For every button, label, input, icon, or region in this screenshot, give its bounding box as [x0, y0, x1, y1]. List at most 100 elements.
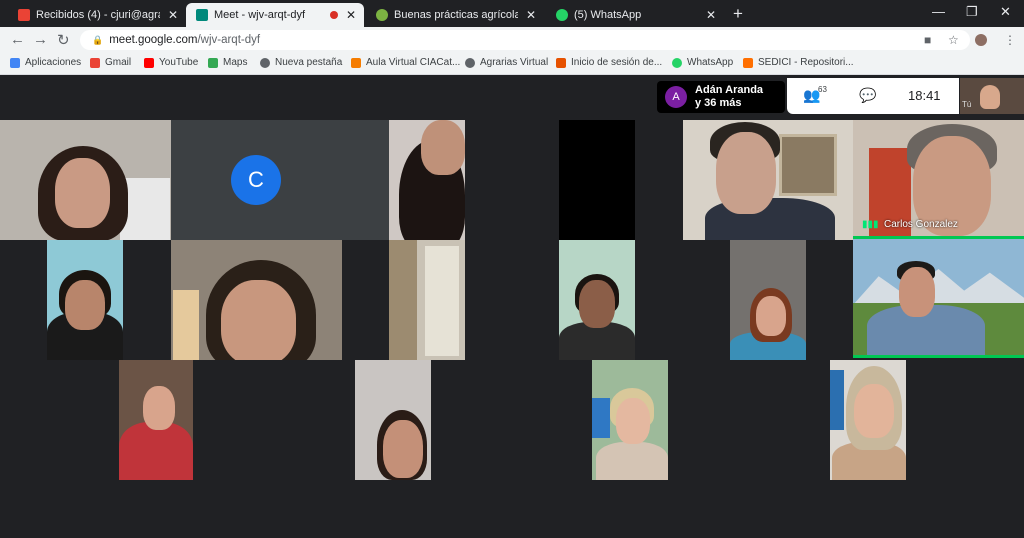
bookmark-youtube[interactable]: YouTube	[144, 57, 198, 68]
reload-icon[interactable]: ↻	[57, 31, 70, 49]
tab-whatsapp[interactable]: (5) WhatsApp ✕	[546, 3, 724, 27]
moodle-icon	[351, 57, 361, 68]
video-tile[interactable]	[389, 120, 465, 240]
tab-meet[interactable]: Meet - wjv-arqt-dyf ✕	[186, 3, 364, 27]
globe-icon	[465, 57, 475, 68]
bookmark-label: Agrarias Virtual	[480, 57, 549, 68]
video-tile[interactable]	[119, 360, 193, 480]
participant-face	[143, 386, 175, 430]
browser-toolbar: ← → ↻ 🔒 meet.google.com/wjv-arqt-dyf ■ ☆…	[0, 27, 1024, 53]
video-tile[interactable]	[355, 360, 431, 480]
menu-kebab-icon[interactable]: ⋮	[1004, 33, 1016, 47]
presenter-chip[interactable]: A Adán Aranda y 36 más	[657, 81, 785, 113]
forward-arrow-icon[interactable]: →	[33, 31, 48, 48]
address-bar[interactable]: 🔒 meet.google.com/wjv-arqt-dyf	[80, 30, 970, 50]
video-tile[interactable]	[559, 120, 635, 240]
presenter-more: y 36 más	[695, 97, 742, 109]
bookmark-label: Maps	[223, 57, 248, 68]
presenter-avatar: A	[665, 86, 687, 108]
close-window-icon[interactable]: ✕	[1000, 4, 1011, 20]
video-tile[interactable]	[389, 240, 465, 360]
apps-grid-icon	[10, 57, 20, 68]
meet-controls: 👥 63 💬 18:41	[787, 78, 959, 114]
recording-dot-icon	[330, 11, 338, 19]
camera-icon[interactable]: ■	[924, 33, 931, 47]
gmail-icon	[18, 9, 30, 21]
tab-label: Recibidos (4) - cjuri@agrarias.unc	[36, 9, 160, 21]
maps-icon	[208, 57, 218, 68]
bookmark-label: Aplicaciones	[25, 57, 82, 68]
new-tab-button[interactable]: +	[733, 4, 743, 24]
bookmark-sedici[interactable]: SEDICI - Repositori...	[743, 57, 854, 68]
self-label: Tú	[962, 100, 972, 109]
participant-body	[596, 442, 668, 480]
speaker-name: Carlos Gonzalez	[884, 219, 958, 230]
mountains	[853, 269, 1024, 305]
bookmark-inicio-sesion[interactable]: Inicio de sesión de...	[556, 57, 662, 68]
participant-face	[55, 158, 110, 228]
presenter-text: Adán Aranda y 36 más	[695, 84, 763, 110]
link-icon	[556, 57, 566, 68]
video-tile[interactable]	[730, 240, 806, 360]
address-host: meet.google.com	[109, 34, 198, 46]
back-arrow-icon[interactable]: ←	[10, 31, 25, 48]
speaking-indicator-icon: ▮▮▮	[862, 219, 879, 230]
minimize-icon[interactable]: —	[932, 4, 945, 19]
tab-label: Buenas prácticas agrícolas | Arge	[394, 9, 518, 21]
participant-face	[65, 280, 105, 330]
blue-object	[830, 370, 844, 430]
self-view[interactable]: Tú	[960, 78, 1024, 114]
video-tile[interactable]	[559, 240, 635, 360]
video-tile[interactable]	[853, 239, 1024, 355]
globe-icon	[260, 57, 270, 68]
self-face	[980, 85, 1000, 109]
bookmark-label: WhatsApp	[687, 57, 734, 68]
video-tile[interactable]	[683, 120, 853, 240]
participant-face	[616, 398, 650, 444]
maximize-icon[interactable]: ❐	[966, 4, 978, 20]
bookmark-apps[interactable]: Aplicaciones	[10, 57, 81, 68]
close-tab-icon[interactable]: ✕	[346, 8, 356, 22]
star-icon[interactable]: ☆	[948, 33, 959, 47]
whatsapp-icon	[556, 9, 568, 21]
video-tile[interactable]	[830, 360, 906, 480]
bookmark-agrarias-virtual[interactable]: Agrarias Virtual	[465, 57, 548, 68]
participant-avatar-c: C	[231, 155, 281, 205]
whatsapp-icon	[672, 57, 682, 68]
video-tile[interactable]	[47, 240, 123, 360]
bookmark-label: Inicio de sesión de...	[571, 57, 663, 68]
youtube-icon	[144, 57, 154, 68]
participant-face	[716, 132, 776, 214]
video-tile[interactable]	[171, 240, 342, 360]
participant-body	[119, 422, 193, 480]
participant-face	[221, 280, 296, 360]
tab-gmail[interactable]: Recibidos (4) - cjuri@agrarias.unc ✕	[8, 3, 186, 27]
leaf-icon	[376, 9, 388, 21]
bookmark-aula-virtual[interactable]: Aula Virtual CIACat...	[351, 57, 460, 68]
close-tab-icon[interactable]: ✕	[526, 8, 536, 22]
bookmarks-bar: Aplicaciones Gmail YouTube Maps Nueva pe…	[0, 53, 1024, 75]
bookmark-maps[interactable]: Maps	[208, 57, 247, 68]
shelf	[389, 240, 417, 360]
tab-buenas-practicas[interactable]: Buenas prácticas agrícolas | Arge ✕	[366, 3, 544, 27]
chat-icon[interactable]: 💬	[859, 87, 876, 104]
bookmark-new-tab[interactable]: Nueva pestaña	[260, 57, 342, 68]
video-tile[interactable]	[592, 360, 668, 480]
participant-face	[899, 267, 935, 317]
bookmark-label: Gmail	[105, 57, 132, 68]
bookmark-whatsapp[interactable]: WhatsApp	[672, 57, 733, 68]
participant-face	[383, 420, 423, 478]
participant-face	[756, 296, 786, 336]
meet-icon	[196, 9, 208, 21]
close-tab-icon[interactable]: ✕	[168, 8, 178, 22]
bookmark-label: Nueva pestaña	[275, 57, 343, 68]
bookmark-label: YouTube	[159, 57, 199, 68]
lock-icon: 🔒	[92, 34, 104, 45]
participant-face	[421, 120, 465, 175]
profile-avatar[interactable]	[975, 34, 987, 46]
presenter-name: Adán Aranda	[695, 84, 764, 96]
close-tab-icon[interactable]: ✕	[706, 8, 716, 22]
bookmark-gmail[interactable]: Gmail	[90, 57, 131, 68]
video-tile[interactable]	[0, 120, 171, 240]
bookmark-label: SEDICI - Repositori...	[758, 57, 854, 68]
